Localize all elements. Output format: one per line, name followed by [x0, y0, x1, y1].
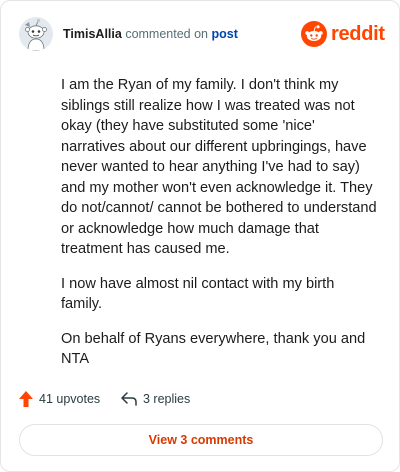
comment-paragraph: I now have almost nil contact with my bi… — [61, 275, 335, 313]
user-avatar[interactable] — [19, 17, 53, 51]
username-link[interactable]: TimisAllia — [63, 27, 122, 41]
upvote-arrow-icon — [19, 391, 33, 407]
reddit-wordmark: reddit — [331, 23, 385, 45]
reply-count: 3 replies — [143, 392, 191, 406]
view-comments-button[interactable]: View 3 comments — [19, 424, 383, 456]
comment-body: I am the Ryan of my family. I don't thin… — [61, 75, 379, 384]
post-link[interactable]: post — [211, 27, 237, 41]
upvote-button[interactable]: 41 upvotes — [19, 387, 100, 411]
reply-arrow-icon — [121, 392, 137, 406]
comment-card: TimisAllia commented on post reddit I am… — [0, 0, 400, 472]
reddit-logo-icon — [301, 21, 327, 47]
byline-verb: commented on — [125, 27, 208, 41]
comment-actions: 41 upvotes 3 replies — [19, 387, 319, 411]
upvote-count: 41 upvotes — [39, 392, 101, 406]
comment-byline: TimisAllia commented on post — [63, 27, 238, 41]
comment-paragraph: I am the Ryan of my family. I don't thin… — [61, 77, 377, 257]
snoo-avatar-icon — [19, 17, 53, 51]
comment-header: TimisAllia commented on post reddit — [19, 16, 385, 52]
replies-button[interactable]: 3 replies — [121, 387, 190, 411]
reddit-brand[interactable]: reddit — [301, 19, 385, 49]
comment-paragraph: On behalf of Ryans everywhere, thank you… — [61, 330, 366, 368]
